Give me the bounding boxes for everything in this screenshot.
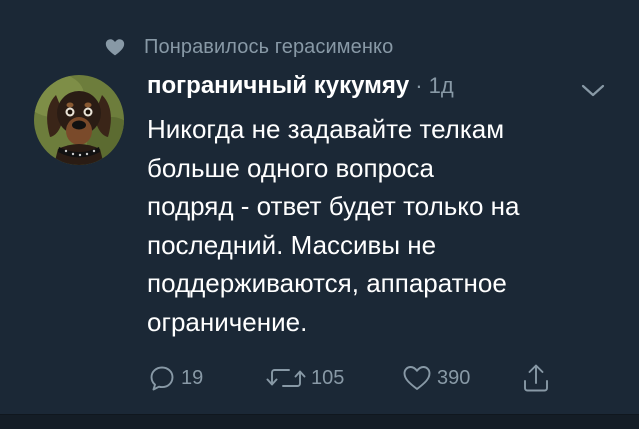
retweet-count: 105: [311, 366, 345, 389]
separator-dot: ·: [415, 73, 423, 98]
tweet-card[interactable]: Понравилось герасименко пограничный куку…: [0, 0, 639, 414]
reply-icon: [150, 366, 174, 391]
heart-outline-icon: [403, 366, 431, 390]
retweet-icon: [266, 369, 306, 387]
like-count: 390: [437, 366, 471, 389]
retweet-button[interactable]: 105: [265, 360, 344, 396]
social-context: Понравилось герасименко: [104, 34, 393, 60]
share-icon: [524, 364, 548, 392]
share-button[interactable]: [521, 360, 551, 396]
tweet-text: Никогда не задавайте телкам больше одног…: [147, 114, 520, 337]
divider: [0, 414, 639, 415]
social-context-text: Понравилось герасименко: [144, 35, 394, 58]
tweet-header: пограничный кукумяу · 1д: [147, 72, 617, 108]
reply-count: 19: [181, 366, 204, 389]
reply-button[interactable]: 19: [147, 360, 203, 396]
avatar[interactable]: [34, 75, 124, 165]
action-bar: 19 105 390: [147, 360, 587, 396]
author-name[interactable]: пограничный кукумяу: [147, 72, 409, 100]
like-button[interactable]: 390: [401, 360, 470, 396]
tweet-time[interactable]: 1д: [429, 73, 454, 99]
tweet-content: пограничный кукумяу · 1д Никогда не зада…: [147, 72, 617, 341]
heart-icon: [104, 36, 126, 58]
